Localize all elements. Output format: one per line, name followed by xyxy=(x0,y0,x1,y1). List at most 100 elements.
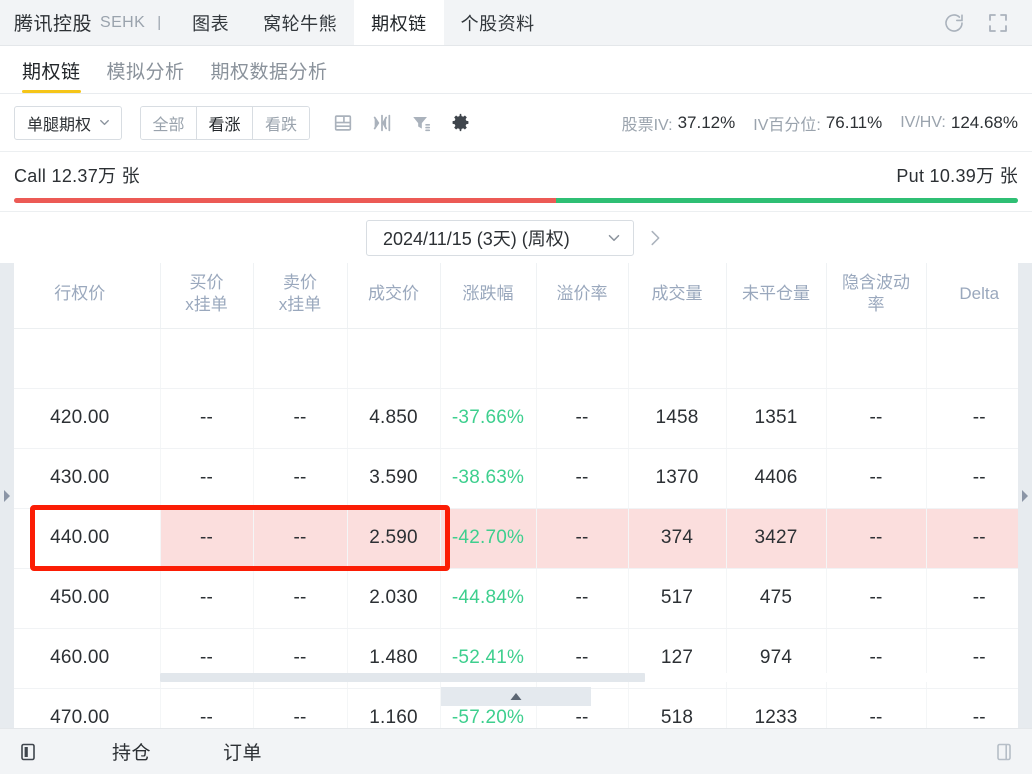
col-change-pct[interactable]: 涨跌幅 xyxy=(440,263,537,329)
collapse-horizontal-icon[interactable] xyxy=(371,112,393,134)
cell-bid: -- xyxy=(160,448,254,509)
col-open-interest[interactable]: 未平仓量 xyxy=(726,263,827,329)
call-volume-label: Call 12.37万 张 xyxy=(14,166,140,186)
col-implied-volatility[interactable]: 隐含波动率 xyxy=(826,263,927,329)
symbol-market: SEHK xyxy=(100,13,146,31)
footer-orders-label: 订单 xyxy=(223,743,263,764)
table-row[interactable]: 420.00 -- -- 4.850 -37.66% -- 1458 1351 -- -- xyxy=(0,388,1032,449)
filter-call-label: 看涨 xyxy=(208,116,241,134)
next-expiry-button[interactable] xyxy=(644,227,666,249)
sub-tabs: 期权链 模拟分析 期权数据分析 xyxy=(0,46,1032,94)
col-strike[interactable]: 行权价 xyxy=(0,263,161,329)
cell-premium-rate: -- xyxy=(536,508,629,569)
cell-delta: -- xyxy=(926,568,1032,629)
iv-hv-value: 124.68% xyxy=(950,112,1018,132)
top-actions xyxy=(942,0,1022,45)
footer-orders-tab[interactable]: 订单 xyxy=(223,738,262,765)
top-nav-warrants[interactable]: 窝轮牛熊 xyxy=(246,0,354,45)
filter-all-button[interactable]: 全部 xyxy=(141,106,198,139)
cell-delta: -- xyxy=(926,388,1032,449)
col-ask-sublabel: x挂单 xyxy=(278,294,322,314)
right-panel-expander[interactable] xyxy=(1018,263,1032,728)
cell-premium-rate: -- xyxy=(536,568,629,629)
cell-implied-volatility: -- xyxy=(826,568,927,629)
top-nav-option-chain-label: 期权链 xyxy=(371,13,427,34)
cell-ask: -- xyxy=(253,448,348,509)
symbol-divider: | xyxy=(157,14,162,31)
panel-right-icon[interactable] xyxy=(992,740,1016,764)
cell-change-pct: -44.84% xyxy=(440,568,537,629)
settings-gear-icon[interactable] xyxy=(449,111,472,134)
cell-last-price: 4.850 xyxy=(347,388,441,449)
fullscreen-icon[interactable] xyxy=(986,11,1010,35)
cell-strike: 420.00 xyxy=(0,388,161,449)
col-ask[interactable]: 卖价 x挂单 xyxy=(253,263,348,329)
footer-positions-tab[interactable]: 持仓 xyxy=(112,738,151,765)
col-premium-rate-label: 溢价率 xyxy=(556,283,608,303)
tab-option-chain[interactable]: 期权链 xyxy=(22,57,81,93)
cell-implied-volatility: -- xyxy=(826,388,927,449)
horizontal-scrollbar-thumb[interactable] xyxy=(160,673,645,682)
table-row[interactable]: 430.00 -- -- 3.590 -38.63% -- 1370 4406 -- -- xyxy=(0,448,1032,509)
col-bid[interactable]: 买价 x挂单 xyxy=(160,263,254,329)
top-nav-chart-label: 图表 xyxy=(192,13,230,34)
cell-last-price: 2.030 xyxy=(347,568,441,629)
tab-simulation-analysis[interactable]: 模拟分析 xyxy=(107,57,185,93)
cell-bid: -- xyxy=(160,568,254,629)
strategy-dropdown-label: 单腿期权 xyxy=(27,116,92,134)
table-spacer-row xyxy=(0,328,1032,389)
table-spacer-cell xyxy=(726,328,827,389)
filter-all-label: 全部 xyxy=(152,116,185,134)
stock-iv-value: 37.12% xyxy=(677,112,736,132)
symbol-name: 腾讯控股 xyxy=(14,14,93,35)
tab-option-chain-label: 期权链 xyxy=(22,62,81,83)
chevron-down-icon xyxy=(605,229,623,247)
filter-call-button[interactable]: 看涨 xyxy=(197,106,254,139)
table-spacer-cell xyxy=(347,328,441,389)
expiry-date-row: 2024/11/15 (3天) (周权) xyxy=(0,211,1032,263)
filter-put-button[interactable]: 看跌 xyxy=(253,106,310,139)
footer-positions-label: 持仓 xyxy=(112,743,152,764)
chevron-up-icon xyxy=(510,693,522,700)
top-nav-stock-info-label: 个股资料 xyxy=(460,13,535,34)
layout-rows-icon[interactable] xyxy=(332,112,354,134)
symbol-block[interactable]: 腾讯控股 SEHK | xyxy=(0,0,175,45)
tab-option-data-analysis[interactable]: 期权数据分析 xyxy=(211,57,328,93)
table-row[interactable]: 450.00 -- -- 2.030 -44.84% -- 517 475 -- -- xyxy=(0,568,1032,629)
cell-strike: 440.00 xyxy=(0,508,161,569)
tab-option-data-analysis-label: 期权数据分析 xyxy=(210,62,328,83)
call-put-labels: Call 12.37万 张 Put 10.39万 张 xyxy=(14,152,1018,198)
table-spacer-cell xyxy=(440,328,537,389)
horizontal-scrollbar[interactable] xyxy=(14,673,1018,682)
table-spacer-cell xyxy=(253,328,348,389)
col-premium-rate[interactable]: 溢价率 xyxy=(536,263,629,329)
col-delta[interactable]: Delta xyxy=(926,263,1032,329)
filter-icon[interactable] xyxy=(410,112,432,134)
expiry-date-select[interactable]: 2024/11/15 (3天) (周权) xyxy=(366,219,634,256)
top-nav-chart[interactable]: 图表 xyxy=(175,0,246,45)
left-panel-expander[interactable] xyxy=(0,263,14,728)
top-nav-option-chain[interactable]: 期权链 xyxy=(354,0,444,45)
direction-segmented-control: 全部 看涨 看跌 xyxy=(140,105,311,140)
iv-percentile-label: IV百分位: xyxy=(753,116,821,134)
cell-ask: -- xyxy=(253,508,348,569)
cell-bid: -- xyxy=(160,508,254,569)
col-volume[interactable]: 成交量 xyxy=(628,263,727,329)
cell-delta: -- xyxy=(926,508,1032,569)
table-spacer-cell xyxy=(628,328,727,389)
table-spacer-cell xyxy=(0,328,161,389)
strategy-dropdown[interactable]: 单腿期权 xyxy=(14,105,123,140)
top-nav-stock-info[interactable]: 个股资料 xyxy=(444,0,552,45)
collapse-panel-button[interactable] xyxy=(441,687,591,706)
col-last-price-label: 成交价 xyxy=(368,283,419,303)
option-chain-app: 腾讯控股 SEHK | 图表 窝轮牛熊 期权链 个股资料 期权链 模拟分析 期权… xyxy=(0,0,1032,774)
table-spacer-cell xyxy=(160,328,254,389)
table-row[interactable]: 440.00 -- -- 2.590 -42.70% -- 374 3427 -- -- xyxy=(0,508,1032,569)
refresh-icon[interactable] xyxy=(942,11,966,35)
top-nav-warrants-label: 窝轮牛熊 xyxy=(263,13,338,34)
panel-left-icon[interactable] xyxy=(16,740,40,764)
top-nav: 图表 窝轮牛熊 期权链 个股资料 xyxy=(175,0,552,45)
toolbar: 单腿期权 全部 看涨 看跌 股票IV: 37.12% IV百分位: 76.11%… xyxy=(0,94,1032,151)
cell-volume: 1458 xyxy=(628,388,727,449)
col-last-price[interactable]: 成交价 xyxy=(347,263,441,329)
